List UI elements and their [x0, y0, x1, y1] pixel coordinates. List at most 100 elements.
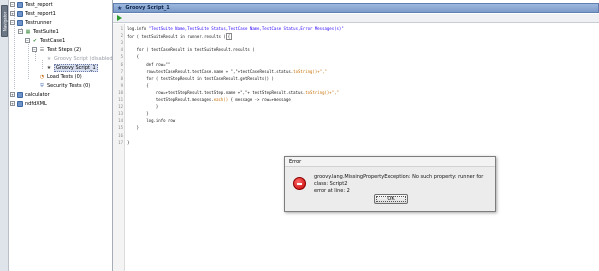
line-number: 7 [120, 68, 123, 74]
line-number: 9 [120, 82, 123, 88]
code-line: { [127, 82, 149, 88]
code-text: { message -> row=+message [228, 97, 291, 102]
error-message: groovy.lang.MissingPropertyException: No… [314, 174, 492, 195]
collapse-toggle[interactable]: − [18, 29, 23, 34]
code-line: row=testCaseResult.testCase.name + ","+t… [127, 69, 327, 74]
tree-node-label: Groovy Script_1 [54, 63, 98, 72]
groovy-script-icon: ★ [46, 64, 52, 71]
code-text: row=testCaseResult.testCase.name + ","+t… [127, 68, 294, 74]
testsuite-icon: ▦ [25, 28, 31, 35]
collapse-toggle[interactable]: − [10, 2, 15, 7]
line-number: 2 [120, 33, 123, 39]
code-text: } [127, 125, 140, 131]
tree-node-testrunner[interactable]: − Testrunner [10, 19, 52, 26]
tree-node-calculator[interactable]: + calculator [10, 91, 50, 98]
navigator-tab[interactable]: Navigator [1, 5, 8, 37]
tree-node-label: Security Tests (0) [47, 82, 91, 89]
line-number: 10 [118, 89, 123, 95]
run-icon[interactable] [117, 15, 122, 21]
code-text: { [127, 82, 149, 88]
code-line: log.info "TestSuite Name,TestSuite Statu… [127, 26, 344, 31]
groovy-script-icon: ★ [117, 4, 123, 12]
tree-node-groovy-script-1[interactable]: ★ Groovy Script_1 [46, 63, 98, 72]
code-text: def row="" [127, 61, 171, 67]
code-literal: each() [213, 97, 229, 102]
code-line: for ( testSuiteResult in runner.results … [127, 33, 233, 41]
code-literal: "TestSuite Name,TestSuite Status,TestCas… [148, 26, 344, 31]
collapse-toggle[interactable]: − [32, 47, 37, 52]
editor-toolbar [113, 14, 599, 23]
tree-node-label: TestSuite1 [33, 28, 59, 35]
project-icon [17, 100, 23, 107]
code-line: log.info row [127, 118, 175, 123]
line-number: 12 [118, 104, 123, 110]
navigator-tree: − Test_report + Test_report1 − Testrunne… [9, 0, 115, 271]
line-number: 8 [120, 75, 123, 81]
tree-node-test-report1[interactable]: + Test_report1 [10, 10, 56, 17]
line-number: 13 [118, 111, 123, 117]
code-text: row=+testStepResult.testStep.name +","+ … [127, 89, 306, 95]
tree-node-label: Test Steps (2) [47, 46, 82, 53]
code-text: log.info row [127, 118, 176, 124]
code-text: log.info [127, 26, 149, 31]
code-line: } [127, 111, 149, 117]
tree-node-label: TestCase1 [40, 37, 66, 44]
tree-node-test-report[interactable]: − Test_report [10, 1, 53, 8]
code-line: for ( testStepResult in testCaseResult.g… [127, 76, 274, 81]
groovy-script-editor: ★ Groovy Script_1 1 2 3 4 5 6 7 8 9 10 11 12 13 14 15 1… [113, 0, 599, 271]
expand-toggle[interactable]: + [10, 11, 15, 16]
line-number: 15 [118, 125, 123, 131]
collapse-toggle[interactable]: − [10, 20, 15, 25]
error-dialog: Error groovy.lang.MissingPropertyExcepti… [284, 156, 496, 212]
project-icon [17, 10, 23, 17]
tree-node-label: Test_report [25, 1, 53, 8]
error-message-line: groovy.lang.MissingPropertyException: No… [314, 174, 484, 187]
testcase-icon: ✔ [32, 37, 38, 44]
dialog-title: Error [285, 157, 495, 167]
error-icon [293, 177, 306, 190]
line-number: 14 [118, 118, 123, 124]
tree-node-label: Test_report1 [25, 10, 56, 17]
code-text: } [127, 111, 149, 117]
navigator-tab-label: Navigator [2, 11, 8, 32]
code-line: { [127, 54, 139, 59]
line-number: 11 [118, 97, 123, 102]
line-number-gutter: 1 2 3 4 5 6 7 8 9 10 11 12 13 14 15 16 17 [113, 24, 125, 271]
ok-button[interactable]: OK [374, 194, 408, 204]
loadtest-icon: ◔ [39, 73, 45, 80]
line-number: 4 [120, 47, 123, 53]
code-line: testStepResult.messages.each() { message… [127, 97, 291, 102]
tree-node-security-tests[interactable]: ⛨ Security Tests (0) [39, 82, 90, 89]
code-text: for ( testCaseResult in testSuiteResult.… [127, 47, 255, 53]
line-number: 1 [120, 26, 123, 31]
code-line: for ( testCaseResult in testSuiteResult.… [127, 47, 255, 52]
code-text: testStepResult.messages. [127, 97, 214, 102]
tree-node-load-tests[interactable]: ◔ Load Tests (0) [39, 73, 82, 80]
tree-node-ndfdxml[interactable]: + ndfdXML [10, 100, 47, 107]
expand-toggle[interactable]: + [10, 101, 15, 106]
code-literal: toString()+"," [293, 68, 327, 74]
tree-node-label: Testrunner [25, 19, 52, 26]
line-number: 3 [120, 40, 123, 46]
tree-node-label: calculator [25, 91, 50, 98]
tree-node-testcase1[interactable]: − ✔ TestCase1 [25, 37, 65, 44]
text-cursor-marker: { [225, 33, 233, 41]
editor-title-bar: ★ Groovy Script_1 [113, 3, 599, 13]
left-toolbar-strip: Navigator [0, 0, 9, 271]
groovy-script-icon: ★ [46, 55, 52, 62]
code-literal: toString()+"," [305, 89, 339, 95]
code-line: row=+testStepResult.testStep.name +","+ … [127, 90, 339, 95]
teststeps-icon: ☰ [39, 46, 45, 53]
line-number: 16 [118, 132, 123, 138]
line-number: 6 [120, 61, 123, 67]
tree-node-groovy-script-disabled[interactable]: ★ Groovy Script (disabled) [46, 55, 115, 62]
code-text: } [127, 104, 159, 110]
tree-node-test-steps[interactable]: − ☰ Test Steps (2) [32, 46, 81, 53]
tree-node-testsuite1[interactable]: − ▦ TestSuite1 [18, 28, 59, 35]
code-text: for ( testSuiteResult in runner.results … [127, 34, 226, 40]
tree-node-label: Load Tests (0) [47, 73, 82, 80]
project-icon [17, 1, 23, 8]
expand-toggle[interactable]: + [10, 92, 15, 97]
line-number: 5 [120, 54, 123, 60]
collapse-toggle[interactable]: − [25, 38, 30, 43]
